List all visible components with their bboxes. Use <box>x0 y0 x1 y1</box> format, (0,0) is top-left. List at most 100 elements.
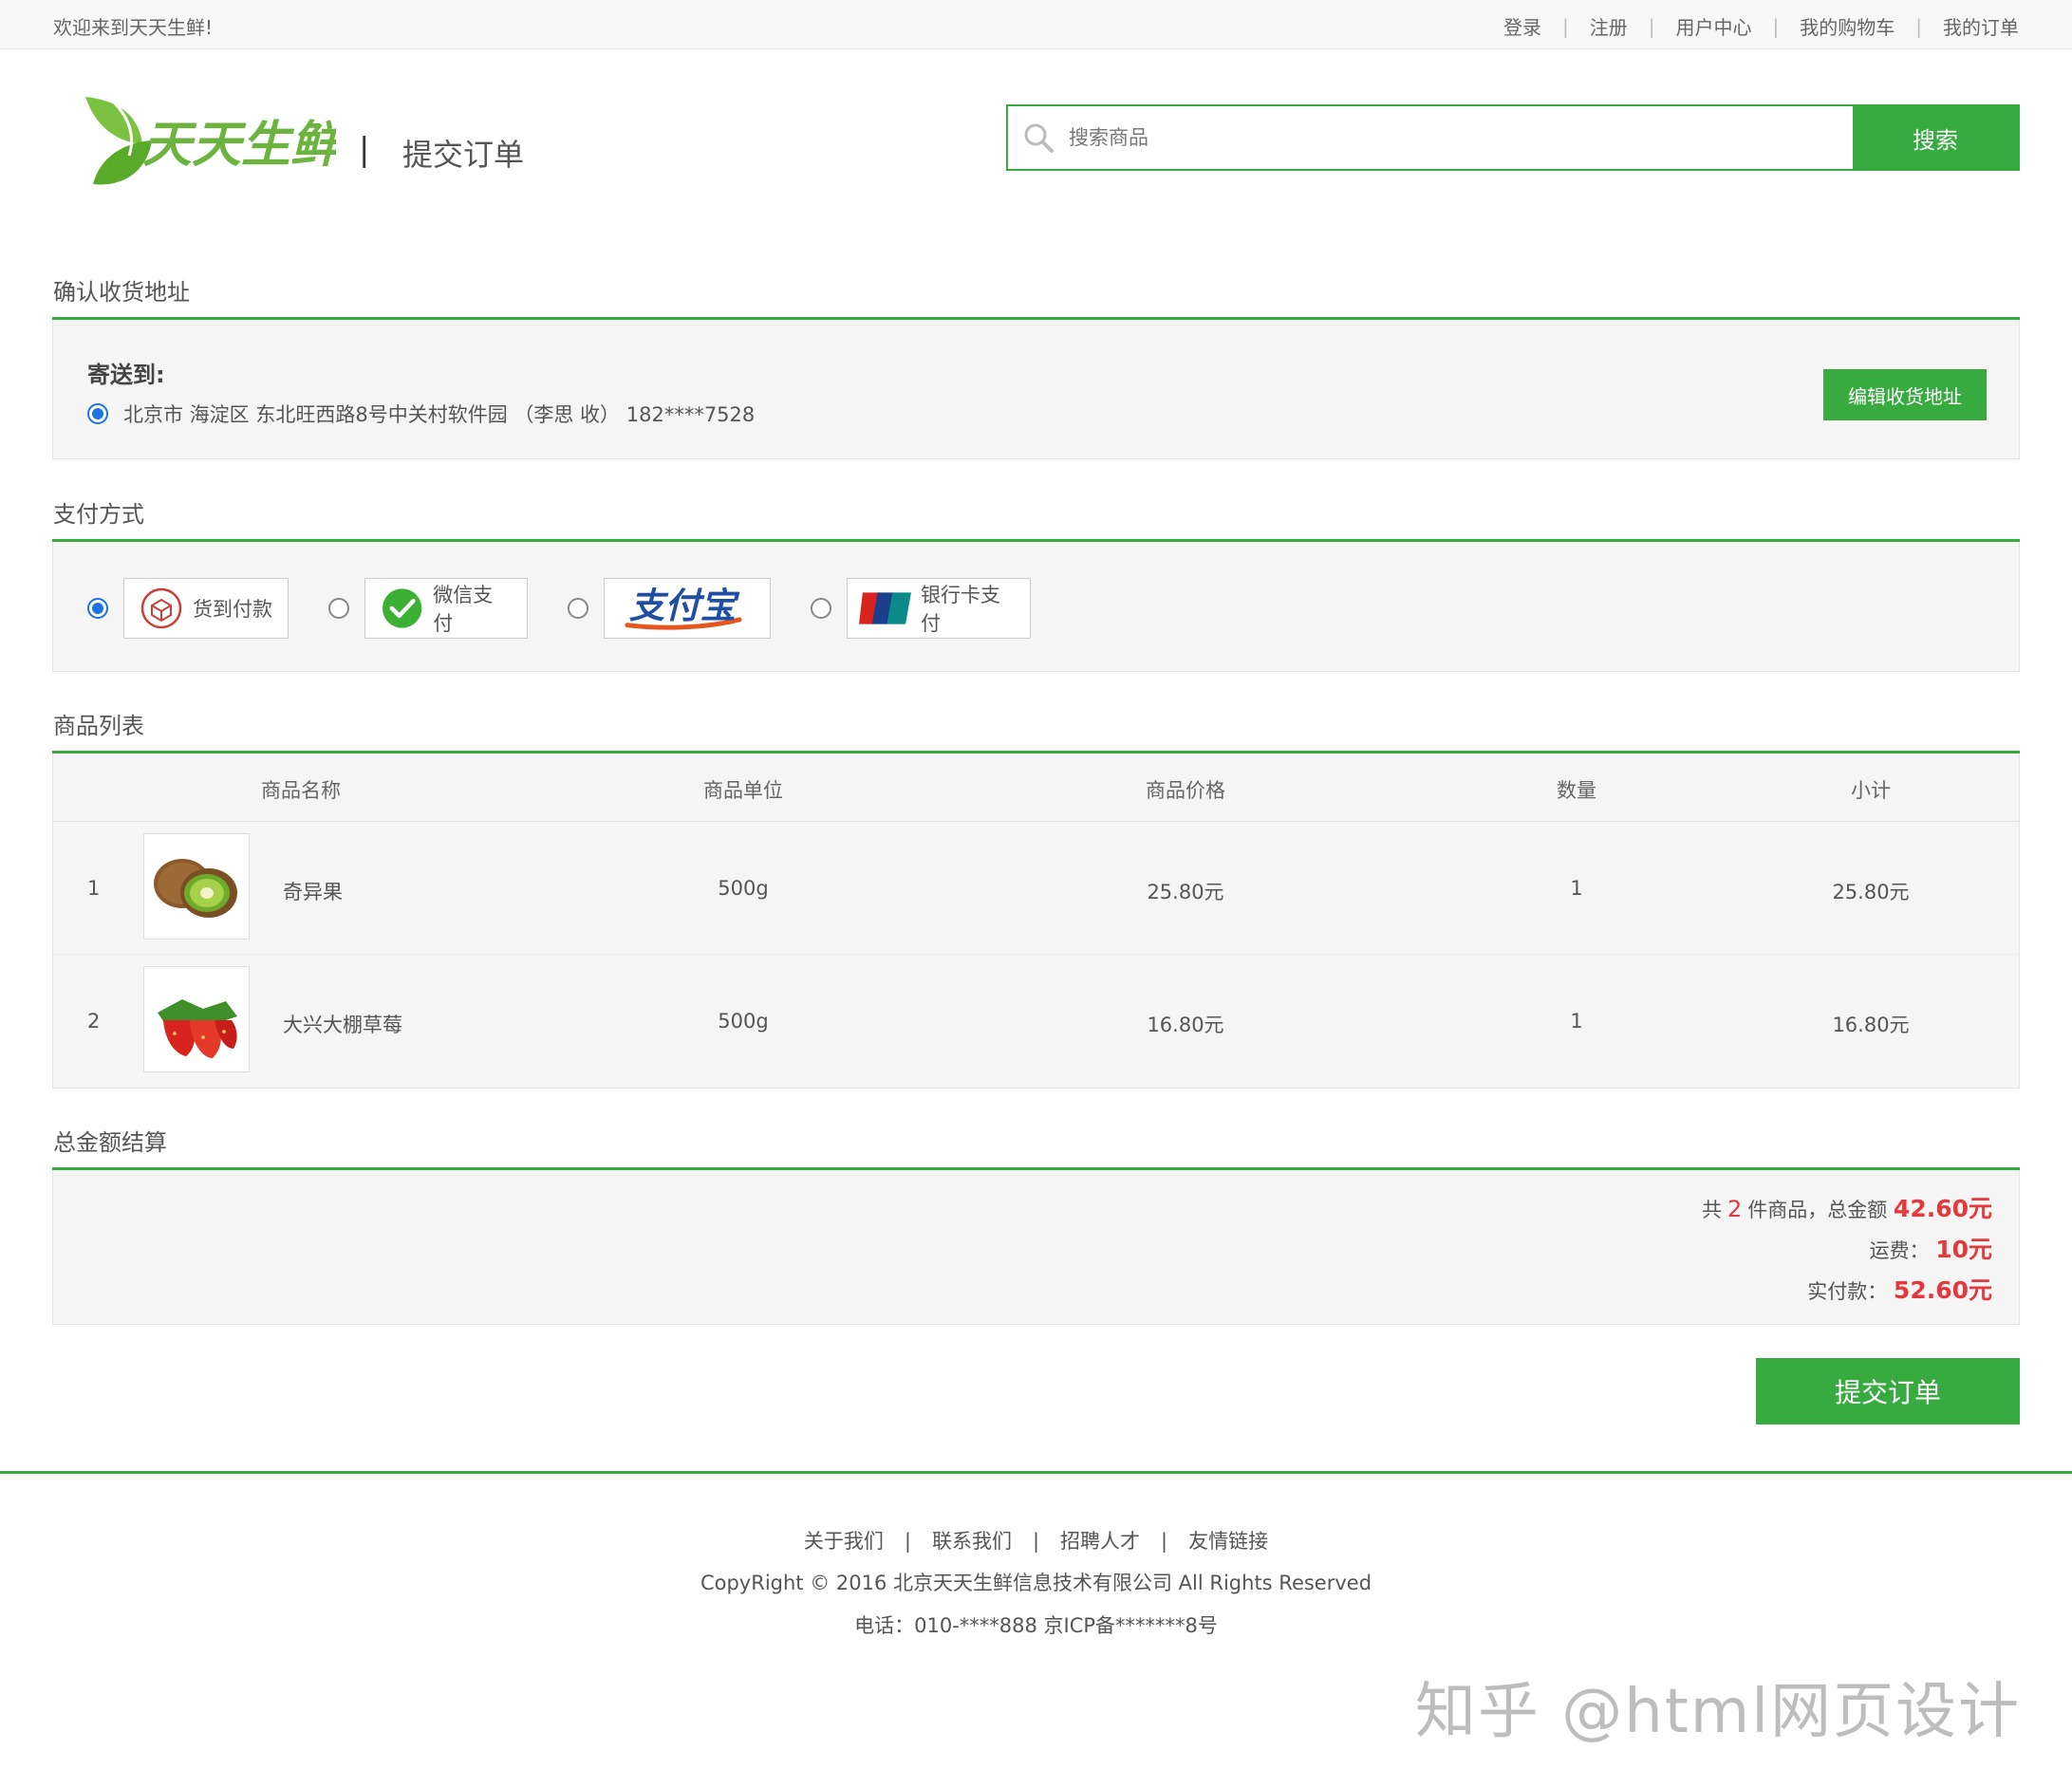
login-link[interactable]: 登录 <box>1503 12 1541 40</box>
cod-label: 货到付款 <box>193 598 272 621</box>
item-count: 2 <box>1727 1196 1743 1222</box>
pay-label: 实付款： <box>1807 1280 1888 1303</box>
goods-subtotal: 25.80元 <box>1832 881 1910 903</box>
leaf-logo-icon: 天天生鲜 <box>85 97 346 185</box>
wechat-radio[interactable] <box>328 598 349 619</box>
wechat-box[interactable]: 微信支付 <box>364 578 528 639</box>
search-bar: 搜索 <box>1006 104 2020 171</box>
search-icon <box>1008 106 1069 169</box>
ship-to-label: 寄送到: <box>87 362 165 388</box>
cod-box[interactable]: 货到付款 <box>123 578 289 639</box>
phone-text: 电话：010-****888 京ICP备*******8号 <box>854 1614 1218 1637</box>
table-row: 2 大兴大棚草莓 500g 16.80元 1 16.80元 <box>52 955 2020 1089</box>
table-row: 1 奇异果 500g 25.80元 1 25.80元 <box>52 822 2020 955</box>
separator: | <box>1772 14 1780 38</box>
goods-qty: 1 <box>1570 1010 1583 1033</box>
separator: | <box>1032 1530 1040 1553</box>
my-cart-link[interactable]: 我的购物车 <box>1800 12 1895 40</box>
cash-on-delivery-icon <box>140 587 182 629</box>
goods-price: 25.80元 <box>1147 881 1224 903</box>
total-line: 共 2 件商品，总金额 42.60元 <box>1702 1189 1992 1230</box>
row-index: 1 <box>87 877 101 900</box>
separator: | <box>1562 14 1569 38</box>
cod-radio[interactable] <box>87 598 108 619</box>
footer-link-jobs[interactable]: 招聘人才 <box>1060 1530 1140 1553</box>
footer-link-about[interactable]: 关于我们 <box>804 1530 884 1553</box>
header-qty: 数量 <box>1557 779 1596 802</box>
header-price: 商品价格 <box>1146 779 1225 802</box>
unionpay-radio[interactable] <box>811 598 831 619</box>
shipping-amount: 10元 <box>1935 1236 1992 1263</box>
pay-line: 实付款： 52.60元 <box>1702 1271 1992 1312</box>
address-radio[interactable] <box>87 403 108 424</box>
payment-option-cod[interactable]: 货到付款 <box>87 578 289 639</box>
copyright-text: CopyRight © 2016 北京天天生鲜信息技术有限公司 All Righ… <box>700 1572 1372 1594</box>
top-bar: 欢迎来到天天生鲜! 登录 | 注册 | 用户中心 | 我的购物车 | 我的订单 <box>0 0 2072 49</box>
site-logo[interactable]: 天天生鲜 <box>80 93 346 197</box>
separator: | <box>1915 14 1922 38</box>
edit-address-button[interactable]: 编辑收货地址 <box>1823 369 1987 420</box>
goods-name[interactable]: 大兴大棚草莓 <box>283 1010 402 1038</box>
strawberry-image[interactable] <box>143 966 250 1072</box>
footer-divider <box>0 1471 2072 1474</box>
goods-table-header: 商品名称 商品单位 商品价格 数量 小计 <box>52 754 2020 822</box>
totals-summary: 共 2 件商品，总金额 42.60元 运费： 10元 实付款： 52.60元 <box>1702 1189 1992 1312</box>
submit-order-button[interactable]: 提交订单 <box>1756 1358 2020 1424</box>
total-amount: 42.60元 <box>1893 1195 1992 1222</box>
goods-subtotal: 16.80元 <box>1832 1014 1910 1036</box>
alipay-radio[interactable] <box>568 598 588 619</box>
alipay-logo: 支付宝 <box>625 585 742 630</box>
goods-section-title: 商品列表 <box>53 713 144 739</box>
user-center-link[interactable]: 用户中心 <box>1676 12 1752 40</box>
unionpay-icon <box>859 592 911 624</box>
count-prefix: 共 <box>1701 1199 1722 1221</box>
payment-option-unionpay[interactable]: 银行卡支付 <box>811 578 1031 639</box>
address-option[interactable]: 北京市 海淀区 东北旺西路8号中关村软件园 （李思 收） 182****7528 <box>87 400 755 428</box>
watermark-text: 知乎 @html网页设计 <box>1414 1677 2021 1747</box>
alipay-box[interactable]: 支付宝 <box>604 578 771 639</box>
footer-link-friends[interactable]: 友情链接 <box>1188 1530 1268 1553</box>
header-unit: 商品单位 <box>703 779 783 802</box>
goods-name[interactable]: 奇异果 <box>283 877 343 905</box>
address-text: 北京市 海淀区 东北旺西路8号中关村软件园 （李思 收） 182****7528 <box>123 403 756 426</box>
wechat-label: 微信支付 <box>433 584 494 635</box>
welcome-text: 欢迎来到天天生鲜! <box>53 16 214 39</box>
goods-qty: 1 <box>1570 877 1583 900</box>
shipping-label: 运费： <box>1869 1239 1930 1262</box>
payment-option-alipay[interactable]: 支付宝 <box>568 578 771 639</box>
payment-options: 货到付款 微信支付 支付宝 银行卡支付 <box>87 578 1071 639</box>
top-links: 登录 | 注册 | 用户中心 | 我的购物车 | 我的订单 <box>1503 12 2019 40</box>
goods-unit: 500g <box>718 877 769 900</box>
address-panel: 寄送到: 北京市 海淀区 东北旺西路8号中关村软件园 （李思 收） 182***… <box>52 320 2020 459</box>
shipping-line: 运费： 10元 <box>1702 1230 1992 1271</box>
totals-panel: 共 2 件商品，总金额 42.60元 运费： 10元 实付款： 52.60元 <box>52 1170 2020 1325</box>
page-title: 提交订单 <box>402 137 525 173</box>
pay-amount: 52.60元 <box>1893 1276 1992 1304</box>
separator: | <box>904 1530 911 1553</box>
payment-option-wechat[interactable]: 微信支付 <box>328 578 528 639</box>
unionpay-label: 银行卡支付 <box>920 584 1000 635</box>
goods-unit: 500g <box>718 1010 769 1033</box>
goods-price: 16.80元 <box>1147 1014 1224 1036</box>
row-index: 2 <box>87 1010 101 1033</box>
separator: | <box>1161 1530 1168 1553</box>
svg-text:支付宝: 支付宝 <box>629 585 740 626</box>
header-divider: | <box>359 131 370 169</box>
unionpay-box[interactable]: 银行卡支付 <box>847 578 1031 639</box>
header-name: 商品名称 <box>261 779 341 802</box>
header-subtotal: 小计 <box>1851 779 1891 802</box>
address-section-title: 确认收货地址 <box>53 279 190 306</box>
kiwi-image[interactable] <box>143 833 250 940</box>
payment-section-title: 支付方式 <box>53 501 144 528</box>
footer-links: 关于我们 | 联系我们 | 招聘人才 | 友情链接 <box>0 1526 2072 1554</box>
search-input[interactable] <box>1069 106 1853 169</box>
payment-panel: 货到付款 微信支付 支付宝 银行卡支付 <box>52 542 2020 672</box>
register-link[interactable]: 注册 <box>1590 12 1628 40</box>
logo-text: 天天生鲜 <box>142 117 336 174</box>
search-button[interactable]: 搜索 <box>1853 106 2018 169</box>
my-orders-link[interactable]: 我的订单 <box>1943 12 2019 40</box>
wechat-pay-icon <box>382 588 422 628</box>
separator: | <box>1648 14 1655 38</box>
footer-link-contact[interactable]: 联系我们 <box>932 1530 1012 1553</box>
totals-section-title: 总金额结算 <box>53 1129 167 1156</box>
